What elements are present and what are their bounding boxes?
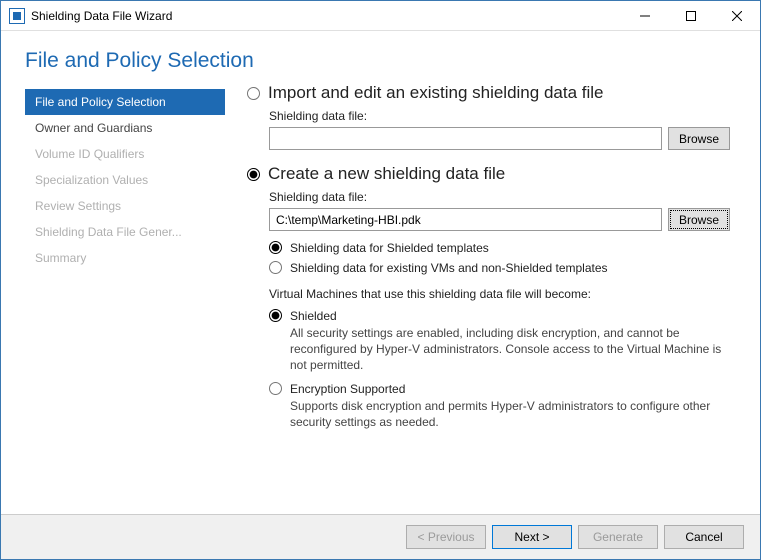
template-shielded-radio[interactable] [269,241,282,254]
body: File and Policy Selection Owner and Guar… [1,83,760,514]
vm-shielded-desc: All security settings are enabled, inclu… [290,325,730,374]
sidebar-item-label: Review Settings [35,199,121,213]
import-radio[interactable] [247,87,260,100]
cancel-button[interactable]: Cancel [664,525,744,549]
import-file-input[interactable] [269,127,662,150]
sidebar-item-label: Volume ID Qualifiers [35,147,144,161]
create-file-input[interactable] [269,208,662,231]
wizard-footer: < Previous Next > Generate Cancel [1,514,760,559]
window-controls [622,1,760,31]
import-field-label: Shielding data file: [269,109,730,123]
sidebar-item-owner-guardians[interactable]: Owner and Guardians [25,115,225,141]
sidebar-item-label: Owner and Guardians [35,121,152,135]
import-browse-button[interactable]: Browse [668,127,730,150]
sidebar-item-review: Review Settings [25,193,225,219]
minimize-button[interactable] [622,1,668,31]
vm-intro-text: Virtual Machines that use this shielding… [269,287,730,301]
generate-button[interactable]: Generate [578,525,658,549]
wizard-sidebar: File and Policy Selection Owner and Guar… [25,83,225,514]
maximize-icon [686,11,696,21]
previous-button[interactable]: < Previous [406,525,486,549]
create-field-label: Shielding data file: [269,190,730,204]
create-title: Create a new shielding data file [268,164,505,184]
template-shielded-label: Shielding data for Shielded templates [290,241,730,255]
sidebar-item-label: Specialization Values [35,173,148,187]
app-icon [9,8,25,24]
maximize-button[interactable] [668,1,714,31]
vm-encryption-label: Encryption Supported [290,382,730,396]
sidebar-item-specialization: Specialization Values [25,167,225,193]
next-button[interactable]: Next > [492,525,572,549]
sidebar-item-label: Shielding Data File Gener... [35,225,182,239]
sidebar-item-generation: Shielding Data File Gener... [25,219,225,245]
sidebar-item-file-policy[interactable]: File and Policy Selection [25,89,225,115]
create-radio[interactable] [247,168,260,181]
page-header: File and Policy Selection [1,31,760,83]
vm-encryption-desc: Supports disk encryption and permits Hyp… [290,398,730,430]
vm-shielded-label: Shielded [290,309,730,323]
create-section: Create a new shielding data file Shieldi… [247,164,730,430]
window-title: Shielding Data File Wizard [31,9,622,23]
template-existing-label: Shielding data for existing VMs and non-… [290,261,730,275]
close-icon [732,11,742,21]
import-section: Import and edit an existing shielding da… [247,83,730,150]
sidebar-item-summary: Summary [25,245,225,271]
sidebar-item-label: File and Policy Selection [35,95,166,109]
template-existing-radio[interactable] [269,261,282,274]
sidebar-item-label: Summary [35,251,86,265]
vm-shielded-radio[interactable] [269,309,282,322]
vm-encryption-radio[interactable] [269,382,282,395]
sidebar-item-volume-id: Volume ID Qualifiers [25,141,225,167]
import-title: Import and edit an existing shielding da… [268,83,603,103]
page-title: File and Policy Selection [25,49,736,73]
titlebar: Shielding Data File Wizard [1,1,760,31]
create-browse-button[interactable]: Browse [668,208,730,231]
minimize-icon [640,11,650,21]
close-button[interactable] [714,1,760,31]
content-panel: Import and edit an existing shielding da… [225,83,760,514]
